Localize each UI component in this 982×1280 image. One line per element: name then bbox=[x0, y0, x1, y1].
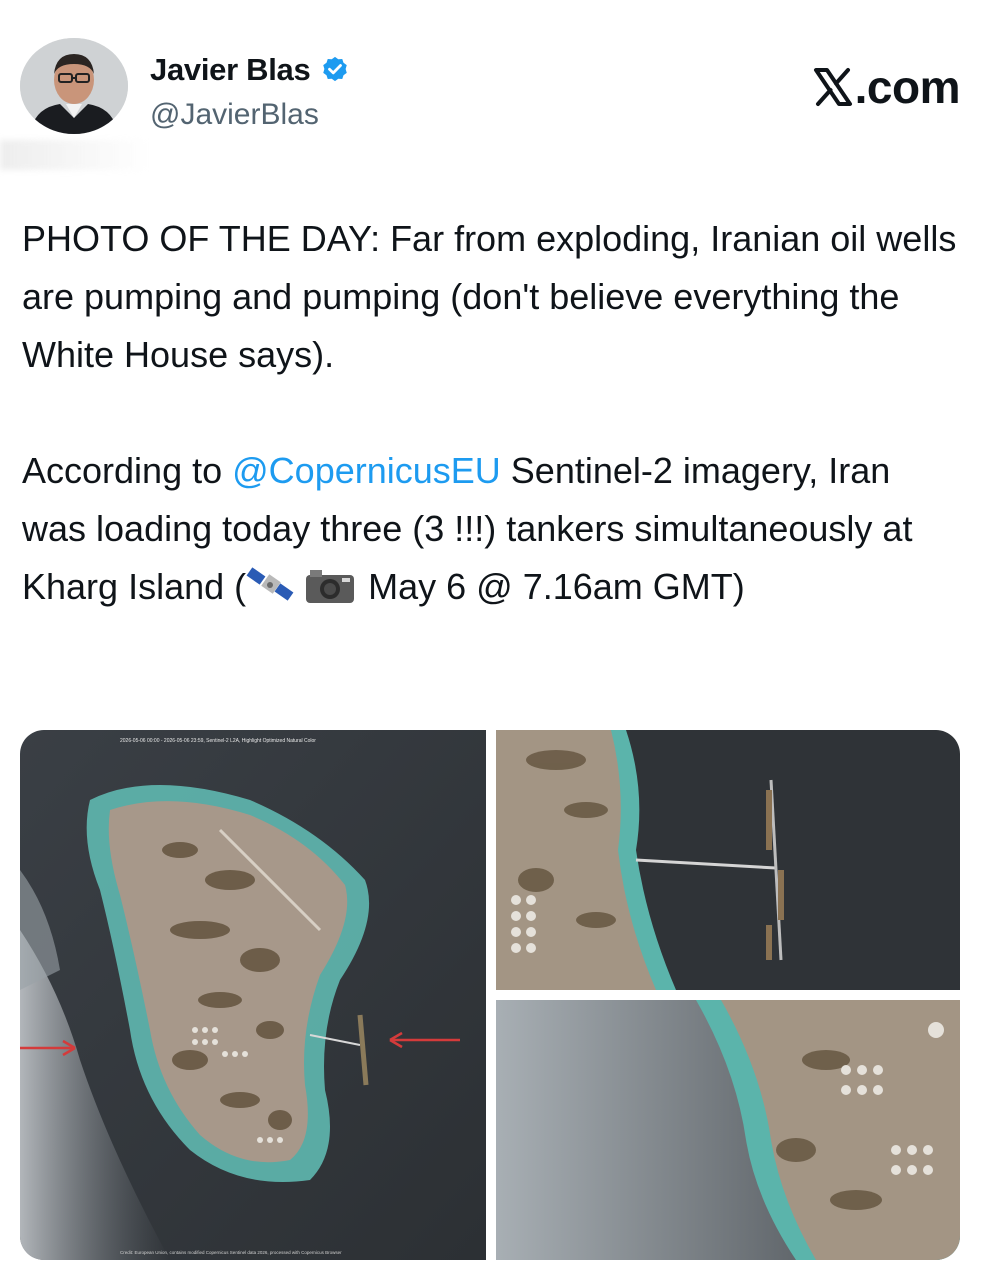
media-grid: 2026-05-06 00:00 - 2026-05-06 23:59, Sen… bbox=[20, 730, 960, 1260]
satellite-image-kharg-island[interactable]: 2026-05-06 00:00 - 2026-05-06 23:59, Sen… bbox=[20, 730, 486, 1260]
satellite-image-storage-tanks[interactable] bbox=[496, 1000, 960, 1260]
paragraph-2-start: According to bbox=[22, 450, 233, 491]
camera-icon bbox=[302, 564, 358, 604]
brand-label: .com bbox=[854, 61, 961, 113]
tweet-header: Javier Blas @JavierBlas .com bbox=[20, 38, 961, 138]
tweet-text: PHOTO OF THE DAY: Far from exploding, Ir… bbox=[22, 210, 962, 616]
avatar[interactable] bbox=[20, 38, 128, 134]
author-handle[interactable]: @JavierBlas bbox=[150, 98, 319, 132]
x-logo-icon bbox=[813, 64, 853, 106]
verified-badge-icon bbox=[320, 55, 350, 85]
image-caption: 2026-05-06 00:00 - 2026-05-06 23:59, Sen… bbox=[120, 738, 316, 744]
mention-link[interactable]: @CopernicusEU bbox=[232, 450, 501, 491]
paragraph-2-end: May 6 @ 7.16am GMT) bbox=[358, 566, 745, 607]
image-smudge bbox=[0, 140, 150, 170]
tweet-paragraph-2: According to @CopernicusEU Sentinel-2 im… bbox=[22, 442, 962, 616]
person-avatar-icon bbox=[20, 38, 128, 134]
tweet-paragraph-1: PHOTO OF THE DAY: Far from exploding, Ir… bbox=[22, 218, 957, 375]
author-name-row: Javier Blas bbox=[150, 52, 350, 88]
satellite-image-pier-tankers[interactable] bbox=[496, 730, 960, 990]
x-brand: .com bbox=[813, 60, 961, 114]
author-name[interactable]: Javier Blas bbox=[150, 52, 311, 88]
satellite-icon bbox=[246, 564, 302, 604]
image-credit: Credit: European Union, contains modifie… bbox=[120, 1250, 342, 1255]
